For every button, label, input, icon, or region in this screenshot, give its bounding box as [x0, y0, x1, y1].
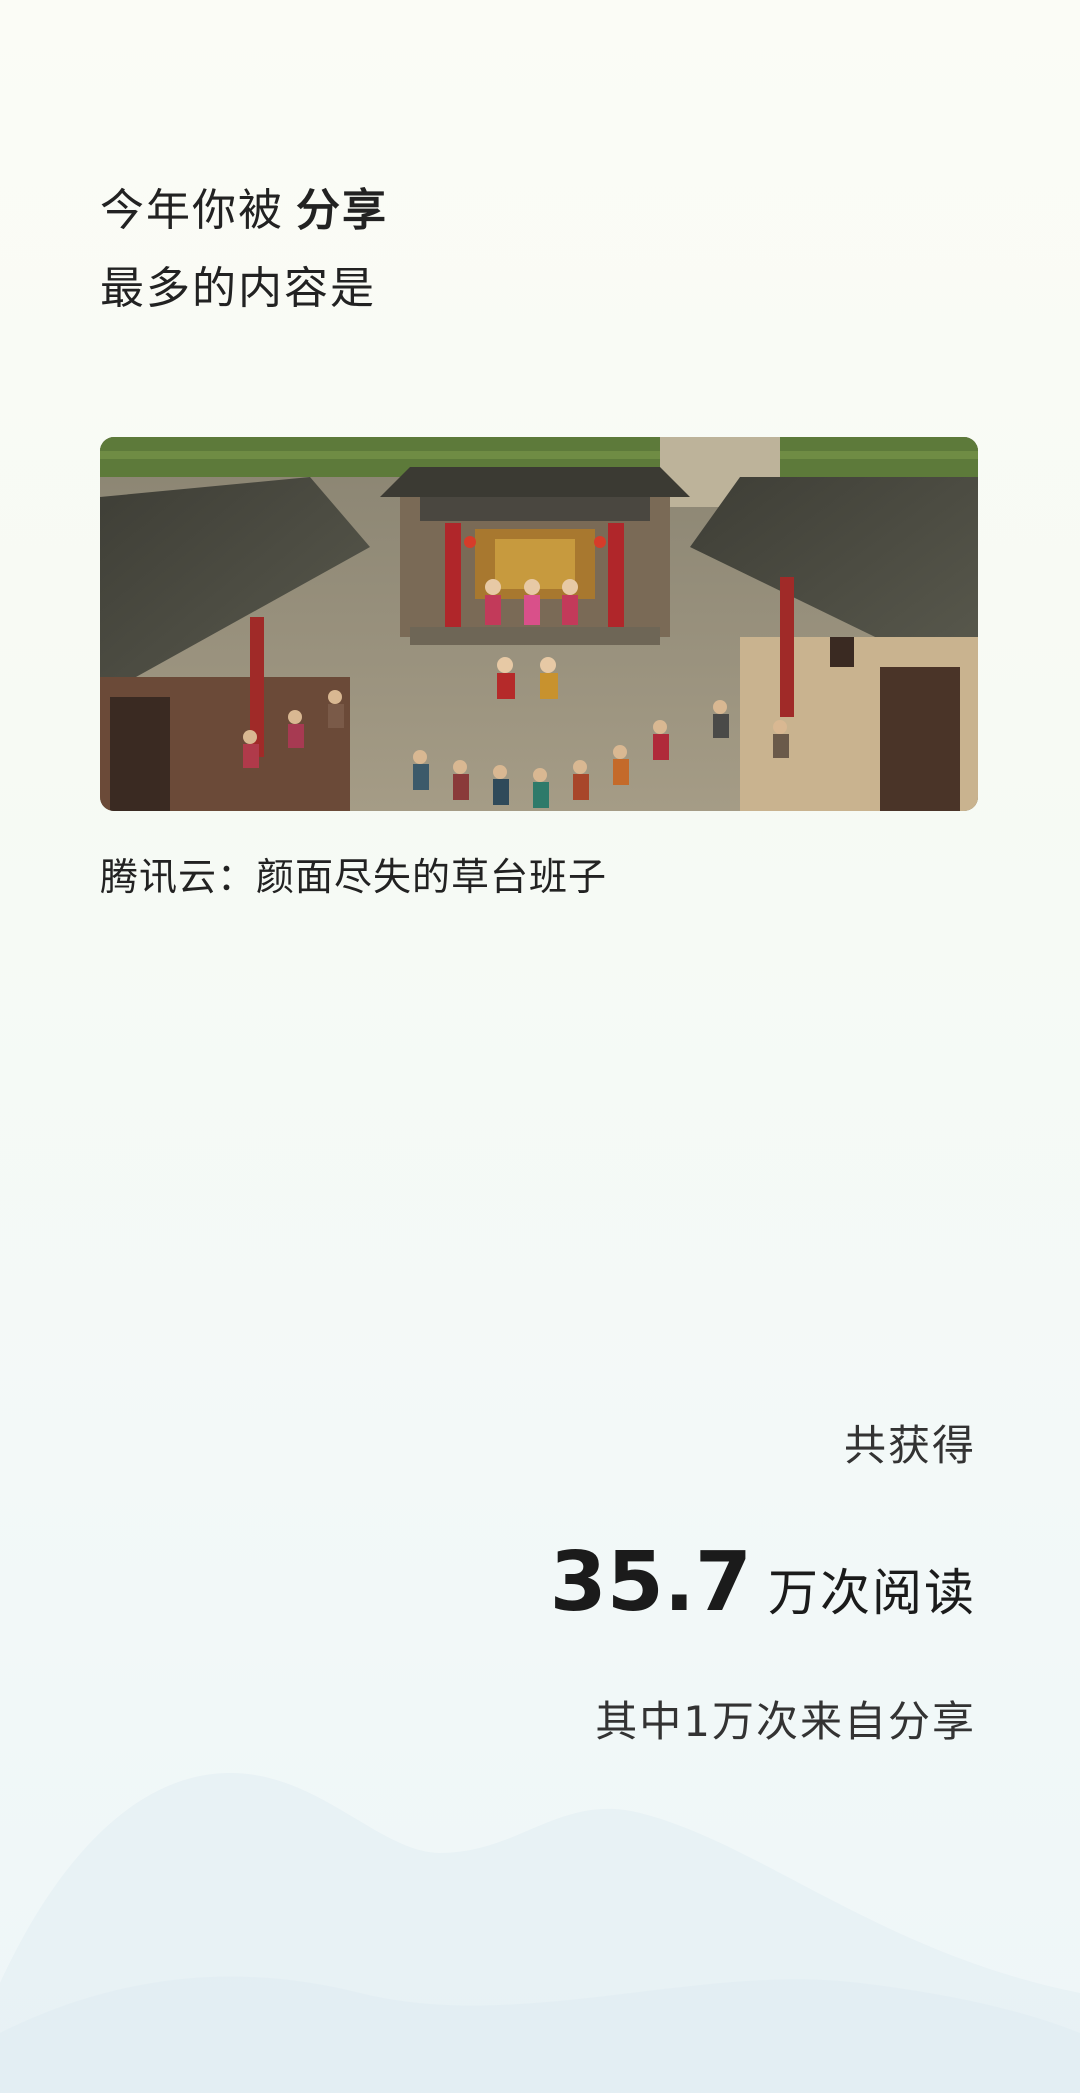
headline-highlight: 分享 — [296, 185, 388, 236]
reads-unit: 万次阅读 — [768, 1564, 976, 1622]
headline-prefix: 今年你被 — [100, 185, 284, 236]
content-title[interactable]: 腾讯云：颜面尽失的草台班子 — [100, 846, 607, 901]
headline-line-1: 今年你被 分享 — [100, 172, 388, 250]
headline: 今年你被 分享 最多的内容是 — [100, 172, 388, 328]
headline-line-2: 最多的内容是 — [100, 263, 376, 314]
read-stats: 共获得 35.7 万次阅读 其中1万次来自分享 — [550, 1412, 976, 1749]
reads-number: 35.7 — [549, 1535, 752, 1630]
content-image[interactable] — [100, 437, 978, 811]
village-opera-illustration — [100, 437, 978, 811]
stats-label: 共获得 — [843, 1421, 976, 1470]
decorative-wave — [0, 1773, 1080, 2093]
reads-total: 35.7 万次阅读 — [550, 1535, 976, 1630]
